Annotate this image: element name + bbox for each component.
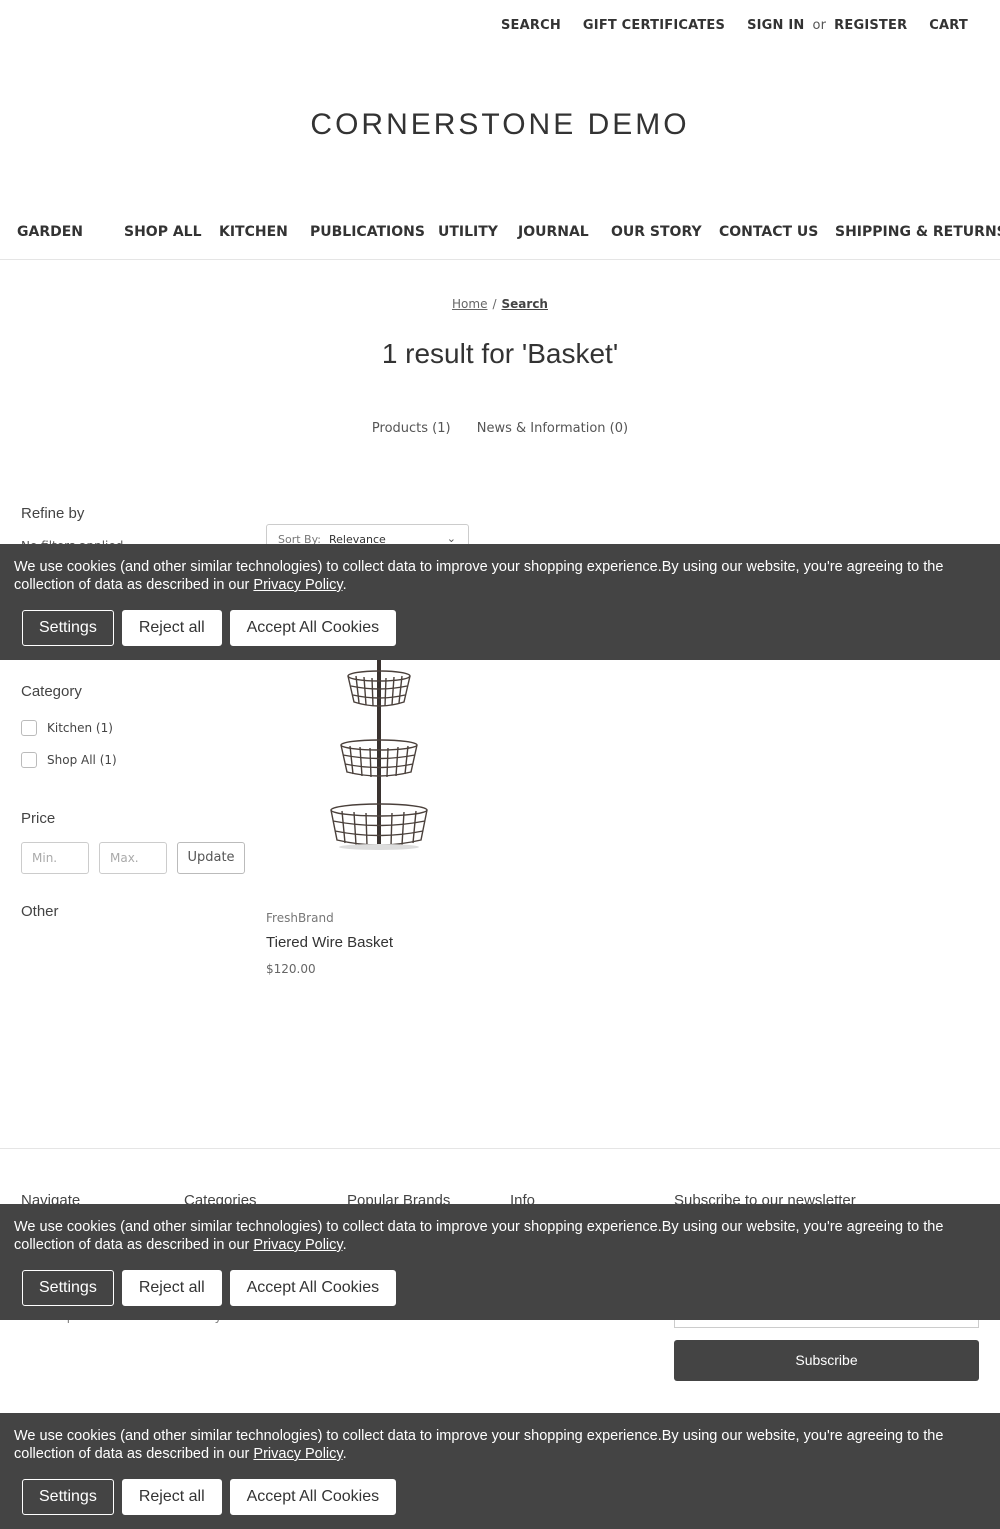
page-title: 1 result for 'Basket' — [381, 338, 619, 369]
product-name[interactable]: Tiered Wire Basket — [266, 934, 393, 951]
checkbox[interactable] — [21, 720, 37, 736]
cookie-message-text: We use cookies (and other similar techno… — [14, 1428, 944, 1462]
cookie-message-text: We use cookies (and other similar techno… — [14, 1219, 944, 1253]
nav-item-garden[interactable]: GARDEN — [17, 224, 83, 240]
nav-item-publications[interactable]: PUBLICATIONS — [310, 224, 425, 240]
category-filter-shop-all[interactable]: Shop All (1) — [21, 752, 117, 768]
subscribe-button[interactable]: Subscribe — [674, 1340, 979, 1381]
top-utility-bar: SEARCH GIFT CERTIFICATES SIGN IN or REGI… — [501, 0, 968, 50]
nav-item-shop-all[interactable]: SHOP ALL — [124, 224, 202, 240]
category-label: Shop All (1) — [47, 753, 117, 767]
sign-in-link[interactable]: SIGN IN — [747, 18, 804, 33]
cookie-reject-all-button[interactable]: Reject all — [121, 1270, 222, 1306]
privacy-policy-link[interactable]: Privacy Policy — [253, 1237, 342, 1253]
cookie-settings-button[interactable]: Settings — [22, 610, 114, 646]
price-min-input[interactable]: Min. — [21, 842, 89, 874]
price-update-button[interactable]: Update — [177, 842, 245, 874]
tiered-basket-image[interactable] — [320, 640, 440, 855]
breadcrumb-search[interactable]: Search — [502, 297, 548, 311]
tab-products[interactable]: Products (1) — [372, 421, 451, 436]
cookie-message: We use cookies (and other similar techno… — [14, 1427, 986, 1463]
breadcrumb-home[interactable]: Home — [452, 297, 487, 311]
product-brand[interactable]: FreshBrand — [266, 911, 334, 925]
other-heading: Other — [21, 903, 59, 920]
cart-link[interactable]: CART — [929, 18, 968, 33]
nav-item-journal[interactable]: JOURNAL — [518, 224, 589, 240]
search-link[interactable]: SEARCH — [501, 18, 561, 33]
cookie-settings-button[interactable]: Settings — [22, 1479, 114, 1515]
cookie-banner: We use cookies (and other similar techno… — [0, 544, 1000, 660]
category-label: Kitchen (1) — [47, 721, 113, 735]
cookie-accept-all-button[interactable]: Accept All Cookies — [229, 610, 397, 646]
refine-by-heading: Refine by — [21, 505, 85, 522]
privacy-policy-link[interactable]: Privacy Policy — [253, 1446, 342, 1462]
nav-item-contact-us[interactable]: CONTACT US — [719, 224, 818, 240]
cookie-message: We use cookies (and other similar techno… — [14, 558, 986, 594]
gift-certificates-link[interactable]: GIFT CERTIFICATES — [583, 18, 725, 33]
product-price: $120.00 — [266, 962, 316, 976]
breadcrumb-separator: / — [492, 297, 497, 311]
cookie-reject-all-button[interactable]: Reject all — [121, 1479, 222, 1515]
cookie-reject-all-button[interactable]: Reject all — [121, 610, 222, 646]
cookie-message-period: . — [342, 1446, 347, 1462]
breadcrumb: Home / Search — [0, 297, 1000, 311]
price-heading: Price — [21, 810, 56, 827]
cookie-message-period: . — [342, 577, 347, 593]
main-navigation: GARDEN SHOP ALL KITCHEN PUBLICATIONS UTI… — [0, 214, 1000, 260]
tab-news-information[interactable]: News & Information (0) — [477, 421, 628, 436]
footer-divider — [0, 1148, 1000, 1149]
cookie-settings-button[interactable]: Settings — [22, 1270, 114, 1306]
result-tabs: Products (1) News & Information (0) — [0, 421, 1000, 436]
cookie-message: We use cookies (and other similar techno… — [14, 1218, 986, 1254]
register-link[interactable]: REGISTER — [834, 18, 907, 33]
price-max-input[interactable]: Max. — [99, 842, 167, 874]
category-heading: Category — [21, 683, 82, 700]
cookie-banner: We use cookies (and other similar techno… — [0, 1413, 1000, 1529]
nav-item-utility[interactable]: UTILITY — [438, 224, 498, 240]
cookie-message-period: . — [342, 1237, 347, 1253]
store-logo[interactable]: CORNERSTONE DEMO — [0, 108, 1000, 142]
cookie-banner: We use cookies (and other similar techno… — [0, 1204, 1000, 1320]
privacy-policy-link[interactable]: Privacy Policy — [253, 577, 342, 593]
nav-item-shipping-returns[interactable]: SHIPPING & RETURNS — [835, 224, 1000, 240]
cookie-accept-all-button[interactable]: Accept All Cookies — [229, 1479, 397, 1515]
category-filter-kitchen[interactable]: Kitchen (1) — [21, 720, 113, 736]
nav-item-kitchen[interactable]: KITCHEN — [219, 224, 288, 240]
nav-item-our-story[interactable]: OUR STORY — [611, 224, 702, 240]
cookie-accept-all-button[interactable]: Accept All Cookies — [229, 1270, 397, 1306]
cookie-message-text: We use cookies (and other similar techno… — [14, 559, 944, 593]
or-text: or — [812, 17, 827, 33]
checkbox[interactable] — [21, 752, 37, 768]
